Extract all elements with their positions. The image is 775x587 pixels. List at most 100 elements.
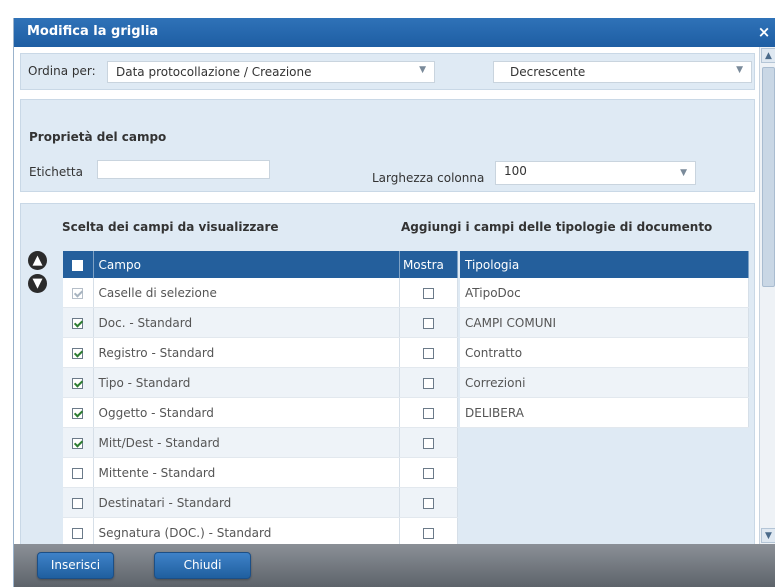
sort-panel: Ordina per: Data protocollazione / Creaz… bbox=[20, 53, 755, 90]
table-row[interactable]: Oggetto - Standard bbox=[63, 397, 459, 428]
mostra-cell[interactable] bbox=[399, 397, 459, 428]
mostra-checkbox[interactable] bbox=[422, 287, 434, 299]
field-name-cell[interactable]: Mittente - Standard bbox=[93, 457, 400, 488]
field-select-cell[interactable] bbox=[63, 337, 94, 368]
doc-type-cell[interactable]: DELIBERA bbox=[460, 397, 749, 428]
mostra-cell[interactable] bbox=[399, 487, 459, 518]
move-up-icon[interactable]: ▲ bbox=[28, 251, 47, 270]
sort-field-select[interactable]: Data protocollazione / Creazione ▼ bbox=[107, 61, 435, 83]
field-select-cell[interactable] bbox=[63, 307, 94, 338]
scroll-down-icon[interactable]: ▼ bbox=[761, 528, 775, 543]
field-name-cell[interactable]: Doc. - Standard bbox=[93, 307, 400, 338]
fields-panel: Scelta dei campi da visualizzare Aggiung… bbox=[20, 203, 755, 544]
list-item[interactable]: Contratto bbox=[460, 337, 749, 368]
list-item[interactable]: Correzioni bbox=[460, 367, 749, 398]
mostra-checkbox[interactable] bbox=[422, 497, 434, 509]
edit-grid-dialog: Modifica la griglia × Ordina per: Data p… bbox=[13, 18, 775, 587]
move-down-icon[interactable]: ▼ bbox=[28, 274, 47, 293]
field-visible-checkbox[interactable] bbox=[72, 437, 84, 449]
mostra-checkbox[interactable] bbox=[422, 527, 434, 539]
chevron-down-icon: ▼ bbox=[680, 168, 687, 178]
field-select-cell[interactable] bbox=[63, 487, 94, 518]
table-row[interactable]: Mittente - Standard bbox=[63, 457, 459, 488]
doc-type-cell[interactable]: CAMPI COMUNI bbox=[460, 307, 749, 338]
field-visible-checkbox[interactable] bbox=[72, 317, 84, 329]
mostra-checkbox[interactable] bbox=[422, 377, 434, 389]
table-row[interactable]: Destinatari - Standard bbox=[63, 487, 459, 518]
scroll-up-icon[interactable]: ▲ bbox=[761, 48, 775, 63]
mostra-checkbox[interactable] bbox=[422, 317, 434, 329]
field-select-cell[interactable] bbox=[63, 367, 94, 398]
chevron-down-icon: ▼ bbox=[736, 65, 743, 75]
field-select-cell[interactable] bbox=[63, 517, 94, 544]
insert-button[interactable]: Inserisci bbox=[37, 552, 114, 579]
field-visible-checkbox[interactable] bbox=[72, 527, 84, 539]
field-properties-panel: Proprietà del campo Etichetta Larghezza … bbox=[20, 99, 755, 192]
select-all-header[interactable] bbox=[63, 251, 94, 278]
field-name-cell[interactable]: Destinatari - Standard bbox=[93, 487, 400, 518]
table-row[interactable]: Mitt/Dest - Standard bbox=[63, 427, 459, 458]
label-field-label: Etichetta bbox=[29, 165, 83, 179]
field-name-cell[interactable]: Tipo - Standard bbox=[93, 367, 400, 398]
list-item[interactable]: DELIBERA bbox=[460, 397, 749, 428]
field-properties-heading: Proprietà del campo bbox=[29, 130, 167, 144]
mostra-cell[interactable] bbox=[399, 307, 459, 338]
field-name-cell[interactable]: Segnatura (DOC.) - Standard bbox=[93, 517, 400, 544]
field-select-cell[interactable] bbox=[63, 278, 94, 308]
field-visible-checkbox[interactable] bbox=[72, 497, 84, 509]
field-select-cell[interactable] bbox=[63, 457, 94, 488]
label-input[interactable] bbox=[97, 160, 270, 179]
doc-type-cell[interactable]: ATipoDoc bbox=[460, 278, 749, 308]
choose-fields-heading: Scelta dei campi da visualizzare bbox=[62, 220, 279, 234]
doc-types-table: Tipologia ATipoDoc CAMPI COMUNI Contratto C… bbox=[460, 251, 749, 428]
sort-direction-select[interactable]: Decrescente ▼ bbox=[493, 61, 752, 83]
mostra-cell[interactable] bbox=[399, 367, 459, 398]
field-name-cell[interactable]: Caselle di selezione bbox=[93, 278, 400, 308]
field-name-cell[interactable]: Oggetto - Standard bbox=[93, 397, 400, 428]
mostra-checkbox[interactable] bbox=[422, 467, 434, 479]
sort-field-value: Data protocollazione / Creazione bbox=[116, 65, 312, 79]
mostra-header[interactable]: Mostra bbox=[399, 251, 459, 278]
sort-by-label: Ordina per: bbox=[28, 64, 96, 78]
mostra-cell[interactable] bbox=[399, 457, 459, 488]
dialog-title-bar[interactable]: Modifica la griglia × bbox=[14, 18, 775, 47]
table-row[interactable]: Caselle di selezione bbox=[63, 278, 459, 308]
field-visible-checkbox[interactable] bbox=[72, 347, 84, 359]
tipologia-header[interactable]: Tipologia bbox=[460, 251, 749, 278]
sort-direction-value: Decrescente bbox=[510, 65, 586, 79]
field-select-cell[interactable] bbox=[63, 397, 94, 428]
field-name-cell[interactable]: Registro - Standard bbox=[93, 337, 400, 368]
doc-type-cell[interactable]: Contratto bbox=[460, 337, 749, 368]
list-item[interactable]: ATipoDoc bbox=[460, 278, 749, 308]
column-width-select[interactable]: 100 ▼ bbox=[495, 161, 696, 185]
field-name-cell[interactable]: Mitt/Dest - Standard bbox=[93, 427, 400, 458]
field-visible-checkbox bbox=[72, 287, 84, 299]
table-row[interactable]: Doc. - Standard bbox=[63, 307, 459, 338]
table-row[interactable]: Tipo - Standard bbox=[63, 367, 459, 398]
scrollbar-thumb[interactable] bbox=[762, 67, 775, 287]
field-select-cell[interactable] bbox=[63, 427, 94, 458]
mostra-cell[interactable] bbox=[399, 337, 459, 368]
mostra-checkbox[interactable] bbox=[422, 437, 434, 449]
column-width-label: Larghezza colonna bbox=[372, 171, 485, 185]
close-button[interactable]: Chiudi bbox=[154, 552, 251, 579]
mostra-checkbox[interactable] bbox=[422, 407, 434, 419]
table-row[interactable]: Segnatura (DOC.) - Standard bbox=[63, 517, 459, 544]
select-all-checkbox[interactable] bbox=[72, 259, 84, 271]
field-visible-checkbox[interactable] bbox=[72, 377, 84, 389]
dialog-footer: Inserisci Chiudi bbox=[14, 544, 775, 587]
field-visible-checkbox[interactable] bbox=[72, 407, 84, 419]
list-item[interactable]: CAMPI COMUNI bbox=[460, 307, 749, 338]
column-width-value: 100 bbox=[504, 164, 527, 178]
table-row[interactable]: Registro - Standard bbox=[63, 337, 459, 368]
vertical-scrollbar[interactable]: ▲ ▼ bbox=[759, 47, 775, 544]
campo-header[interactable]: Campo bbox=[93, 251, 400, 278]
mostra-cell[interactable] bbox=[399, 517, 459, 544]
mostra-cell[interactable] bbox=[399, 278, 459, 308]
fields-table: Campo Mostra Caselle di selezione Doc. - … bbox=[63, 251, 459, 544]
mostra-cell[interactable] bbox=[399, 427, 459, 458]
doc-type-cell[interactable]: Correzioni bbox=[460, 367, 749, 398]
close-icon[interactable]: × bbox=[756, 22, 772, 42]
mostra-checkbox[interactable] bbox=[422, 347, 434, 359]
field-visible-checkbox[interactable] bbox=[72, 467, 84, 479]
